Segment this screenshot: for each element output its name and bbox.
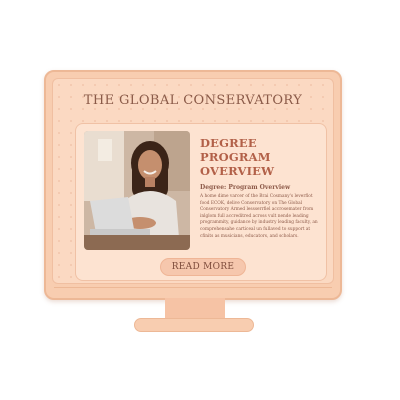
- program-description: A home dime varcer of the Brai Cosmany's…: [200, 194, 318, 239]
- program-heading: DEGREE PROGRAM OVERVIEW: [200, 136, 275, 178]
- page-title: THE GLOBAL CONSERVATORY: [83, 93, 303, 108]
- monitor-chin: [54, 287, 332, 296]
- read-more-button[interactable]: READ MORE: [160, 258, 246, 276]
- student-photo: [84, 131, 190, 250]
- monitor-stand: [134, 318, 254, 332]
- monitor-screen: THE GLOBAL CONSERVATORY DEGREE PROGRAM O…: [52, 78, 334, 284]
- monitor-frame: THE GLOBAL CONSERVATORY DEGREE PROGRAM O…: [44, 70, 342, 300]
- program-text: DEGREE PROGRAM OVERVIEW Degree: Program …: [200, 136, 320, 240]
- program-card: DEGREE PROGRAM OVERVIEW Degree: Program …: [75, 123, 327, 281]
- program-subheading: Degree: Program Overview: [200, 184, 291, 191]
- student-illustration: [84, 131, 190, 250]
